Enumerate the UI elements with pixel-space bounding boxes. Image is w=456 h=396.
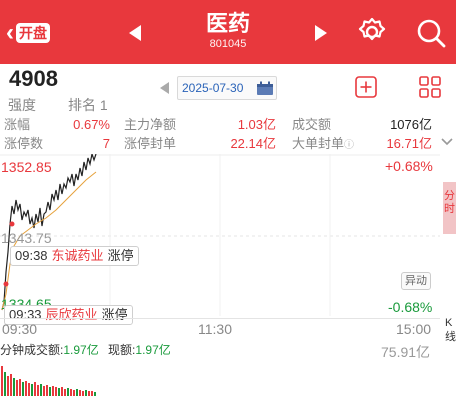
event-tag[interactable]: 09:38 东诚药业 涨停	[10, 246, 139, 266]
grid-menu-icon[interactable]	[418, 75, 442, 99]
volume-bar	[85, 390, 87, 396]
page-title: 医药	[205, 12, 250, 37]
volume-bar	[94, 392, 96, 396]
kaipan-badge: 开盘	[16, 23, 50, 43]
stat-label-text: 大单封单	[292, 136, 345, 151]
event-dot[interactable]	[3, 281, 9, 287]
volume-label: 分钟成交额:	[0, 343, 64, 357]
time-label: 09:30	[2, 321, 38, 337]
volume-bar	[64, 389, 66, 396]
volume-bar	[55, 387, 57, 396]
volume-bar	[13, 378, 15, 396]
volume-bar	[58, 388, 60, 396]
stat-label: 主力净额	[124, 117, 177, 132]
top-bar: ‹ 开盘 医药 801045	[0, 0, 456, 64]
tab-kline[interactable]: K线	[445, 316, 456, 344]
event-status: 涨停	[107, 248, 134, 263]
search-icon[interactable]	[414, 16, 448, 50]
volume-bar	[16, 380, 18, 396]
volume-bar	[82, 391, 84, 396]
volume-bar	[52, 386, 54, 396]
stat-zhangfu: 涨幅 0.67%	[4, 116, 110, 134]
date-prev-icon[interactable]	[157, 80, 171, 96]
volume-bar	[40, 384, 42, 396]
stat-label: 成交额	[292, 117, 332, 132]
time-axis: 09:30 11:30 15:00	[0, 318, 440, 340]
stat-label: 涨幅	[4, 117, 31, 132]
volume-value: 1.97亿	[63, 343, 99, 357]
time-label: 11:30	[198, 321, 232, 337]
strength-score: 4908	[9, 66, 58, 91]
stat-value: 16.71亿	[386, 136, 432, 151]
pct-low-label: -0.68%	[388, 299, 433, 315]
date-value: 2025-07-30	[182, 81, 244, 95]
volume-now-value: 1.97亿	[135, 343, 171, 357]
strength-label: 强度	[8, 97, 36, 113]
volume-bar	[70, 389, 72, 396]
stat-zhuli: 主力净额 1.03亿	[124, 116, 276, 134]
volume-bar	[43, 386, 45, 396]
chevron-down-icon[interactable]	[440, 137, 454, 147]
volume-bar	[88, 391, 90, 396]
stat-value: 1076亿	[390, 117, 432, 132]
stat-value: 22.14亿	[230, 136, 276, 151]
volume-bar	[22, 382, 24, 396]
volume-bar	[10, 374, 12, 396]
anomaly-button[interactable]: 异动	[401, 272, 431, 290]
next-arrow-icon[interactable]	[312, 22, 330, 44]
date-picker[interactable]: 2025-07-30	[177, 76, 277, 100]
add-button[interactable]	[355, 76, 377, 98]
volume-bar	[28, 383, 30, 396]
time-label: 15:00	[396, 321, 432, 337]
price-mid-label: 1343.75	[1, 230, 52, 246]
page-title-block: 医药 801045	[170, 12, 286, 51]
stat-fengdan: 涨停封单 22.14亿	[124, 135, 276, 153]
calendar-icon	[257, 81, 273, 95]
stat-label: 大单封单ⓘ	[292, 136, 354, 151]
volume-bar	[61, 387, 63, 396]
volume-bar	[73, 390, 75, 396]
prev-arrow-icon[interactable]	[126, 22, 144, 44]
stat-value: 7	[102, 136, 110, 151]
event-time: 09:38	[15, 248, 48, 263]
volume-info: 分钟成交额:1.97亿 现额:1.97亿	[0, 341, 440, 359]
event-stock: 东诚药业	[51, 248, 104, 263]
stat-dadan: 大单封单ⓘ 16.71亿	[292, 135, 432, 155]
volume-bar	[46, 385, 48, 396]
intraday-chart[interactable]	[0, 154, 440, 316]
back-button[interactable]: ‹ 开盘	[6, 18, 58, 48]
stats-panel: 涨幅 0.67% 主力净额 1.03亿 成交额 1076亿 涨停数 7 涨停封单…	[0, 116, 456, 154]
volume-bar	[37, 385, 39, 396]
volume-bar	[1, 366, 3, 396]
volume-bar	[19, 379, 21, 396]
volume-bar	[76, 389, 78, 396]
stat-chengjiao: 成交额 1076亿	[292, 116, 432, 134]
chevron-left-icon: ‹	[6, 19, 14, 46]
volume-bar	[7, 376, 9, 396]
volume-bar	[49, 387, 51, 396]
gear-icon[interactable]	[356, 16, 388, 48]
stat-value: 1.03亿	[237, 117, 276, 132]
sector-code: 801045	[209, 38, 247, 50]
event-dot[interactable]	[9, 221, 15, 227]
volume-bar	[34, 382, 36, 396]
stat-label: 涨停数	[4, 136, 44, 151]
volume-bar	[67, 388, 69, 396]
pct-high-label: +0.68%	[385, 158, 433, 174]
volume-bar	[91, 391, 93, 396]
info-icon[interactable]: ⓘ	[344, 140, 354, 151]
stat-zhangting: 涨停数 7	[4, 135, 110, 153]
price-high-label: 1352.85	[1, 159, 52, 175]
volume-bar	[79, 390, 81, 396]
volume-bar	[31, 384, 33, 396]
volume-now-label: 现额:	[108, 343, 136, 357]
tab-fenshi[interactable]: 分时	[443, 182, 456, 234]
volume-bars	[1, 366, 96, 396]
stat-value: 0.67%	[73, 117, 110, 132]
volume-bar	[4, 372, 6, 396]
stat-label: 涨停封单	[124, 136, 177, 151]
volume-bar	[25, 381, 27, 396]
rank-label: 排名 1	[68, 97, 108, 113]
